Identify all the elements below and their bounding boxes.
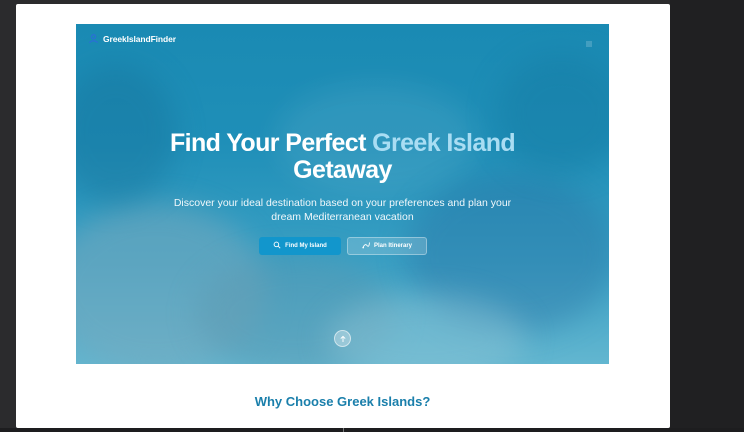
hero-title-text-2: Getaway (293, 156, 392, 184)
brand-name: GreekIslandFinder (103, 33, 176, 44)
browser-window: GreekIslandFinder Find Your Perfect Gree… (16, 4, 670, 428)
arrow-up-icon (339, 330, 347, 348)
hero-section: GreekIslandFinder Find Your Perfect Gree… (76, 24, 609, 364)
web-page[interactable]: GreekIslandFinder Find Your Perfect Gree… (76, 24, 609, 428)
menu-icon[interactable] (585, 35, 593, 47)
site-logo[interactable]: GreekIslandFinder (88, 33, 176, 44)
window-bottom-edge (0, 428, 744, 432)
island-logo-icon (88, 33, 99, 44)
find-my-island-label: Find My Island (285, 243, 327, 249)
search-icon (273, 241, 281, 251)
plan-itinerary-button[interactable]: Plan Itinerary (347, 237, 427, 255)
hero-title-text: Find Your Perfect (169, 129, 373, 157)
section-title: Why Choose Greek Islands? (254, 394, 431, 409)
scroll-up-button[interactable] (334, 330, 351, 347)
hero-subtitle: Discover your ideal destination based on… (173, 197, 512, 223)
hero-title: Find Your Perfect Greek Island Getaway (76, 130, 609, 184)
route-icon (362, 241, 370, 251)
plan-itinerary-label: Plan Itinerary (373, 243, 412, 249)
hero-title-accent: Greek Island (372, 129, 516, 157)
find-my-island-button[interactable]: Find My Island (259, 237, 341, 255)
background-panel (670, 0, 744, 432)
